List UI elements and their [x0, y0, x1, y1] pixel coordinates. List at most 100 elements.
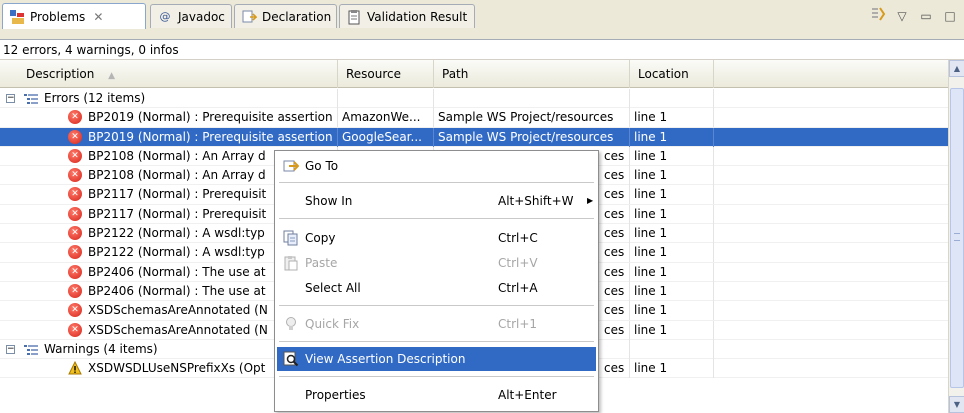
filter-icon[interactable] — [870, 6, 886, 25]
filler-cell — [714, 205, 948, 224]
path-text: ces — [604, 206, 625, 221]
paste-icon — [283, 255, 299, 271]
location-cell: line 1 — [630, 108, 714, 128]
location-cell — [630, 339, 714, 359]
collapse-icon[interactable]: − — [6, 344, 15, 354]
filler-cell — [714, 166, 948, 185]
error-icon: ✕ — [68, 168, 82, 183]
location-cell: line 1 — [630, 301, 714, 321]
column-header-filler — [714, 60, 948, 88]
column-label: Resource — [346, 67, 402, 81]
location-cell: line 1 — [630, 146, 714, 166]
minimize-icon[interactable]: ▭ — [918, 9, 934, 23]
table-row[interactable]: ✕ BP2019 (Normal) : Prerequisite assertio… — [0, 108, 948, 128]
menu-item-show-in[interactable]: Show In Alt+Shift+W ▶ — [277, 189, 596, 213]
menu-shortcut: Ctrl+V — [498, 256, 538, 270]
row-description: XSDSchemasAreAnnotated (N — [88, 303, 268, 318]
tree-group-errors[interactable]: − Errors (12 items) — [0, 89, 948, 109]
column-header-description[interactable]: Description ▲ — [0, 60, 338, 88]
menu-item-go-to[interactable]: Go To — [277, 154, 596, 178]
menu-label: Go To — [305, 159, 339, 173]
category-icon — [24, 92, 38, 104]
tab-declaration[interactable]: Declaration — [234, 4, 337, 28]
filler-cell — [714, 243, 948, 262]
scroll-down-icon[interactable]: ▼ — [949, 396, 964, 413]
error-icon: ✕ — [68, 129, 82, 144]
location-cell: line 1 — [630, 224, 714, 244]
view-menu-icon[interactable]: ▽ — [894, 9, 910, 23]
error-icon: ✕ — [68, 283, 82, 298]
error-icon: ✕ — [68, 264, 82, 279]
collapse-icon[interactable]: − — [6, 94, 15, 103]
menu-item-copy[interactable]: Copy Ctrl+C — [277, 226, 596, 250]
row-description: BP2122 (Normal) : A wsdl:typ — [88, 226, 265, 241]
path-text: ces — [604, 148, 625, 163]
menu-separator — [279, 305, 594, 306]
row-description: BP2108 (Normal) : An Array d — [88, 168, 266, 183]
tab-problems[interactable]: Problems ✕ — [2, 3, 146, 29]
scroll-up-icon[interactable]: ▲ — [949, 60, 964, 77]
menu-item-properties[interactable]: Properties Alt+Enter — [277, 383, 596, 407]
description-cell: − Errors (12 items) — [0, 89, 338, 108]
menu-separator — [279, 218, 594, 219]
resource-cell: GoogleSear... — [338, 127, 434, 147]
column-header-path[interactable]: Path — [434, 60, 630, 88]
location-cell: line 1 — [630, 262, 714, 282]
magnifier-icon — [283, 351, 299, 367]
close-icon[interactable]: ✕ — [93, 10, 103, 24]
table-row-selected[interactable]: ✕ BP2019 (Normal) : Prerequisite assertio… — [0, 127, 948, 147]
column-header-location[interactable]: Location — [630, 60, 714, 88]
tab-validation-result[interactable]: Validation Result — [339, 4, 475, 28]
location-cell: line 1 — [630, 127, 714, 147]
filler-cell — [714, 108, 948, 127]
description-cell: ✕ BP2019 (Normal) : Prerequisite assertio… — [0, 127, 338, 147]
path-text: ces — [604, 303, 625, 318]
row-description: XSDWSDLUseNSPrefixXs (Opt — [88, 361, 266, 376]
row-description: BP2406 (Normal) : The use at — [88, 283, 266, 298]
location-cell: line 1 — [630, 359, 714, 379]
resource-cell: AmazonWe... — [338, 108, 434, 128]
description-cell: ✕ BP2019 (Normal) : Prerequisite assertio… — [0, 108, 338, 128]
path-text: ces — [604, 322, 625, 337]
resource-cell — [338, 89, 434, 108]
error-icon: ✕ — [68, 110, 82, 125]
location-cell: line 1 — [630, 204, 714, 224]
vertical-scrollbar[interactable]: ▲ ▼ — [948, 60, 964, 413]
error-icon: ✕ — [68, 187, 82, 202]
error-icon: ✕ — [68, 245, 82, 260]
row-description: BP2108 (Normal) : An Array d — [88, 148, 266, 163]
path-cell: Sample WS Project/resources — [434, 127, 630, 147]
menu-label: Copy — [305, 231, 336, 245]
context-menu: Go To Show In Alt+Shift+W ▶ Copy Ctrl+C … — [274, 150, 599, 412]
filler-cell — [714, 301, 948, 320]
problems-icon — [9, 9, 25, 25]
location-cell: line 1 — [630, 320, 714, 340]
menu-shortcut: Ctrl+A — [498, 281, 538, 295]
maximize-icon[interactable]: □ — [942, 9, 958, 23]
menu-item-select-all[interactable]: Select All Ctrl+A — [277, 276, 596, 300]
category-icon — [24, 343, 38, 355]
column-header-resource[interactable]: Resource — [338, 60, 434, 88]
row-description: BP2019 (Normal) : Prerequisite assertion — [88, 110, 333, 125]
menu-item-quick-fix[interactable]: Quick Fix Ctrl+1 — [277, 312, 596, 336]
tab-label: Validation Result — [367, 9, 468, 24]
row-description: BP2117 (Normal) : Prerequisit — [88, 187, 267, 202]
menu-item-paste[interactable]: Paste Ctrl+V — [277, 251, 596, 275]
path-text: ces — [604, 245, 625, 260]
menu-item-view-assertion-description[interactable]: View Assertion Description — [277, 347, 596, 371]
error-icon: ✕ — [68, 226, 82, 241]
scroll-thumb[interactable] — [950, 88, 964, 388]
table-header: Description ▲ Resource Path Location — [0, 60, 948, 88]
location-cell: line 1 — [630, 281, 714, 301]
error-icon: ✕ — [68, 322, 82, 337]
row-description: XSDSchemasAreAnnotated (N — [88, 322, 268, 337]
path-cell — [434, 89, 630, 108]
filler-cell — [714, 282, 948, 301]
error-icon: ✕ — [68, 148, 82, 163]
menu-separator — [279, 182, 594, 183]
tab-javadoc[interactable]: @ Javadoc — [150, 4, 232, 28]
path-text: ces — [604, 226, 625, 241]
column-label: Description — [26, 67, 95, 81]
sort-ascending-icon: ▲ — [108, 71, 116, 81]
tab-label: Javadoc — [178, 9, 225, 24]
